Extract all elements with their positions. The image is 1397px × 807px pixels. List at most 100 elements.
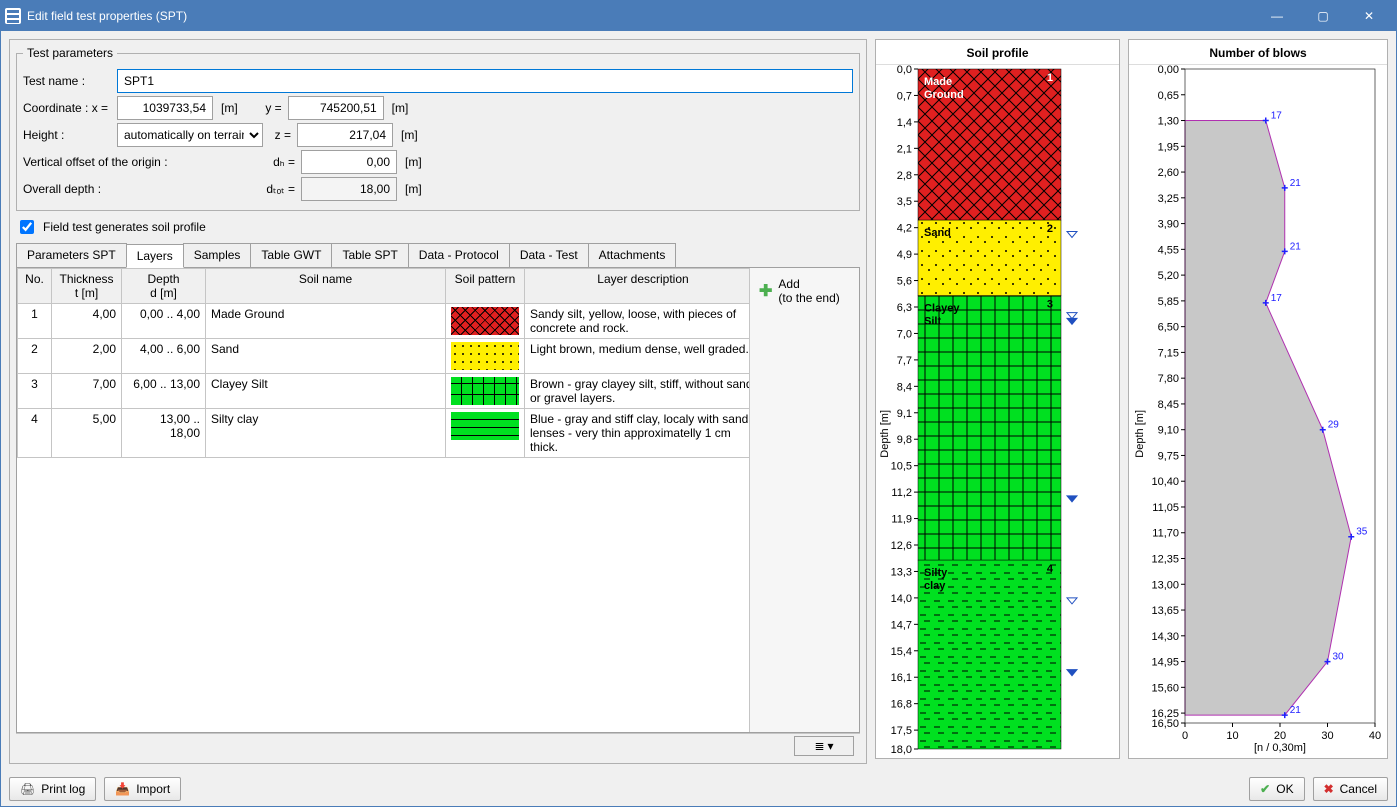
svg-text:7,0: 7,0 [897,328,912,340]
svg-text:10: 10 [1226,730,1238,742]
svg-text:14,95: 14,95 [1151,657,1179,669]
col-header[interactable]: Layer description [525,269,750,304]
add-button[interactable]: ✚ Add (to the end) [754,272,855,310]
svg-text:1: 1 [1047,72,1053,84]
table-row[interactable]: 37,006,00 .. 13,00Clayey SiltBrown - gra… [18,374,750,409]
svg-text:7,7: 7,7 [897,355,912,367]
svg-text:3: 3 [1047,299,1053,311]
col-header[interactable]: No. [18,269,52,304]
coord-y-input[interactable] [288,96,384,120]
svg-text:21: 21 [1290,241,1302,252]
printer-icon: 🖨 [20,782,35,796]
svg-text:14,0: 14,0 [891,593,912,605]
ok-button[interactable]: ✔ OK [1249,777,1304,801]
cell-pattern [446,339,525,374]
cell-soilname: Sand [206,339,446,374]
svg-text:16,1: 16,1 [891,672,912,684]
col-header[interactable]: Thicknesst [m] [52,269,122,304]
svg-text:4,55: 4,55 [1158,244,1179,256]
svg-text:17: 17 [1271,111,1283,122]
maximize-button[interactable]: ▢ [1300,1,1346,31]
test-name-label: Test name : [23,74,113,88]
cancel-button[interactable]: ✖ Cancel [1313,777,1388,801]
test-parameters-fieldset: Test parameters Test name : Coordinate :… [16,46,860,211]
z-input[interactable] [297,123,393,147]
svg-text:5,20: 5,20 [1158,270,1179,282]
tab-table-gwt[interactable]: Table GWT [250,243,332,267]
svg-text:2,60: 2,60 [1158,167,1179,179]
grid-area: No.Thicknesst [m]Depthd [m]Soil nameSoil… [16,268,860,733]
dh-input[interactable] [301,150,397,174]
svg-text:14,30: 14,30 [1151,631,1179,643]
print-log-button[interactable]: 🖨 Print log [9,777,96,801]
tab-samples[interactable]: Samples [183,243,252,267]
cell-no: 1 [18,304,52,339]
minimize-button[interactable]: — [1254,1,1300,31]
svg-text:8,4: 8,4 [897,381,912,393]
z-label: z = [267,128,293,142]
svg-text:5,6: 5,6 [897,276,912,288]
svg-text:2,8: 2,8 [897,170,912,182]
tab-data-test[interactable]: Data - Test [509,243,589,267]
svg-text:7,80: 7,80 [1158,373,1179,385]
generates-profile-input[interactable] [20,220,34,234]
titlebar: Edit field test properties (SPT) — ▢ ✕ [1,1,1396,31]
svg-text:Sand: Sand [924,227,951,239]
test-name-input[interactable] [117,69,853,93]
import-label: Import [136,782,170,796]
tab-layers[interactable]: Layers [126,244,184,268]
close-button[interactable]: ✕ [1346,1,1392,31]
cell-depth: 0,00 .. 4,00 [122,304,206,339]
import-icon: 📥 [115,782,130,796]
cell-depth: 4,00 .. 6,00 [122,339,206,374]
svg-text:Depth [m]: Depth [m] [879,410,891,458]
tab-parameters-spt[interactable]: Parameters SPT [16,243,127,267]
table-row[interactable]: 22,004,00 .. 6,00SandLight brown, medium… [18,339,750,374]
svg-text:6,50: 6,50 [1158,322,1179,334]
height-mode-select[interactable]: automatically on terrain [117,123,263,147]
cell-thickness: 4,00 [52,304,122,339]
svg-text:11,9: 11,9 [891,514,912,526]
soil-profile-panel: Soil profile MadeGround1Sand2ClayeySilt3… [875,39,1120,759]
svg-text:17,5: 17,5 [891,725,912,737]
fieldset-legend: Test parameters [23,46,117,60]
cell-no: 2 [18,339,52,374]
tab-data-protocol[interactable]: Data - Protocol [408,243,510,267]
svg-text:21: 21 [1290,178,1302,189]
cell-desc: Sandy silt, yellow, loose, with pieces o… [525,304,750,339]
svg-text:8,45: 8,45 [1158,399,1179,411]
layers-table[interactable]: No.Thicknesst [m]Depthd [m]Soil nameSoil… [17,268,749,458]
svg-text:15,4: 15,4 [891,646,912,658]
svg-text:Depth [m]: Depth [m] [1134,410,1146,458]
table-row[interactable]: 45,0013,00 .. 18,00Silty clayBlue - gray… [18,409,750,458]
grid-footer-bar: ≣ ▾ [16,733,860,757]
dtot-label: dₜₒₜ = [263,182,297,196]
ok-label: OK [1276,782,1293,796]
svg-text:29: 29 [1328,420,1340,431]
plus-icon: ✚ [759,281,772,301]
svg-text:1,95: 1,95 [1158,141,1179,153]
tab-attachments[interactable]: Attachments [588,243,677,267]
svg-text:20: 20 [1274,730,1286,742]
y-label: y = [250,101,284,115]
svg-text:18,0: 18,0 [891,744,912,755]
svg-text:11,2: 11,2 [891,487,912,499]
col-header[interactable]: Soil name [206,269,446,304]
svg-text:17: 17 [1271,293,1283,304]
generates-profile-checkbox[interactable]: Field test generates soil profile [16,217,860,237]
svg-text:40: 40 [1369,730,1381,742]
coord-x-input[interactable] [117,96,213,120]
blows-panel: Number of blows 0,000,651,301,952,603,25… [1128,39,1388,759]
unit-m: [m] [401,182,430,196]
col-header[interactable]: Soil pattern [446,269,525,304]
import-button[interactable]: 📥 Import [104,777,181,801]
overall-label: Overall depth : [23,182,259,196]
app-icon [5,8,21,24]
col-header[interactable]: Depthd [m] [122,269,206,304]
tab-table-spt[interactable]: Table SPT [331,243,408,267]
cell-thickness: 5,00 [52,409,122,458]
list-menu-button[interactable]: ≣ ▾ [794,736,854,756]
unit-m: [m] [397,128,426,142]
table-row[interactable]: 14,000,00 .. 4,00Made GroundSandy silt, … [18,304,750,339]
svg-text:7,15: 7,15 [1158,347,1179,359]
